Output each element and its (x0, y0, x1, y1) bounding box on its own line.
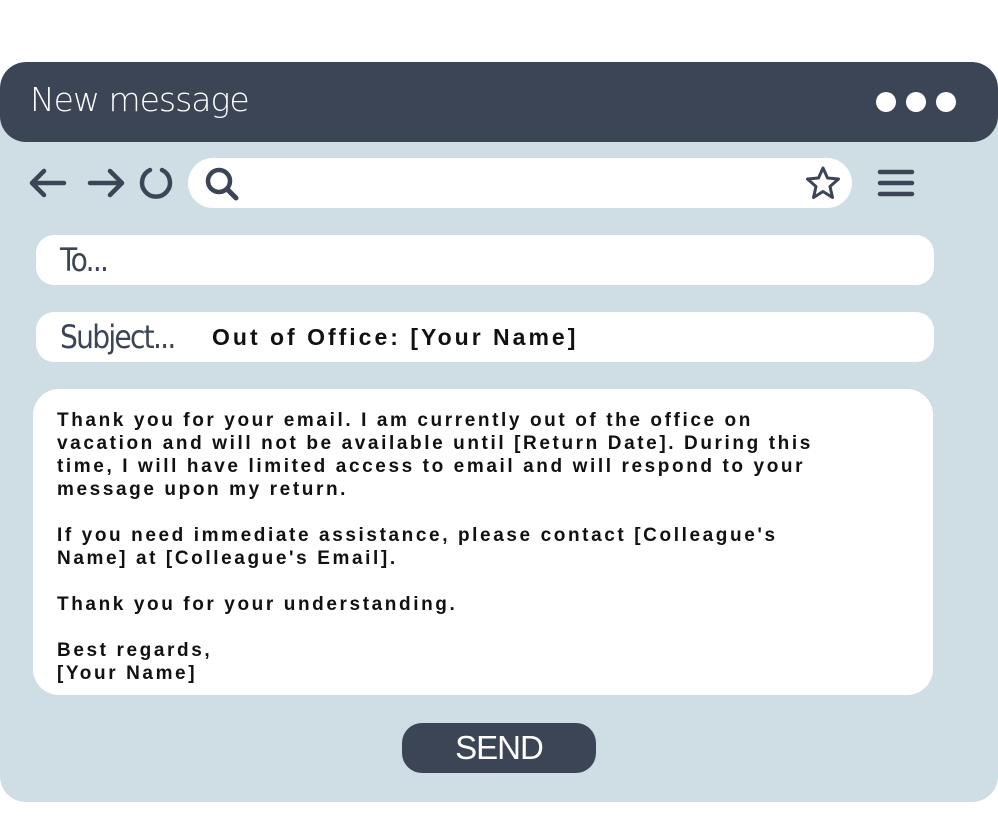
reload-icon[interactable] (138, 165, 174, 201)
to-label: To... (60, 241, 109, 279)
message-body-field[interactable]: Thank you for your email. I am currently… (33, 389, 933, 695)
arrow-right-icon[interactable] (86, 165, 126, 201)
arrow-left-icon[interactable] (28, 165, 68, 201)
star-icon[interactable] (804, 165, 842, 201)
search-bar[interactable] (188, 158, 852, 208)
subject-label: Subject... (60, 318, 176, 356)
subject-field[interactable]: Subject... Out of Office: [Your Name] (36, 312, 934, 362)
send-button[interactable]: SEND (402, 723, 596, 773)
title-bar: New message (0, 62, 998, 142)
compose-window: New message To... Subject... Out of Offi… (0, 62, 998, 802)
more-dots-icon[interactable] (876, 92, 956, 112)
message-body-text[interactable]: Thank you for your email. I am currently… (57, 409, 917, 685)
dot (936, 92, 956, 112)
hamburger-menu-icon[interactable] (876, 167, 916, 199)
subject-value[interactable]: Out of Office: [Your Name] (212, 324, 578, 351)
dot (876, 92, 896, 112)
window-title: New message (30, 80, 250, 119)
to-field[interactable]: To... (36, 235, 934, 285)
search-icon (205, 167, 239, 201)
dot (906, 92, 926, 112)
